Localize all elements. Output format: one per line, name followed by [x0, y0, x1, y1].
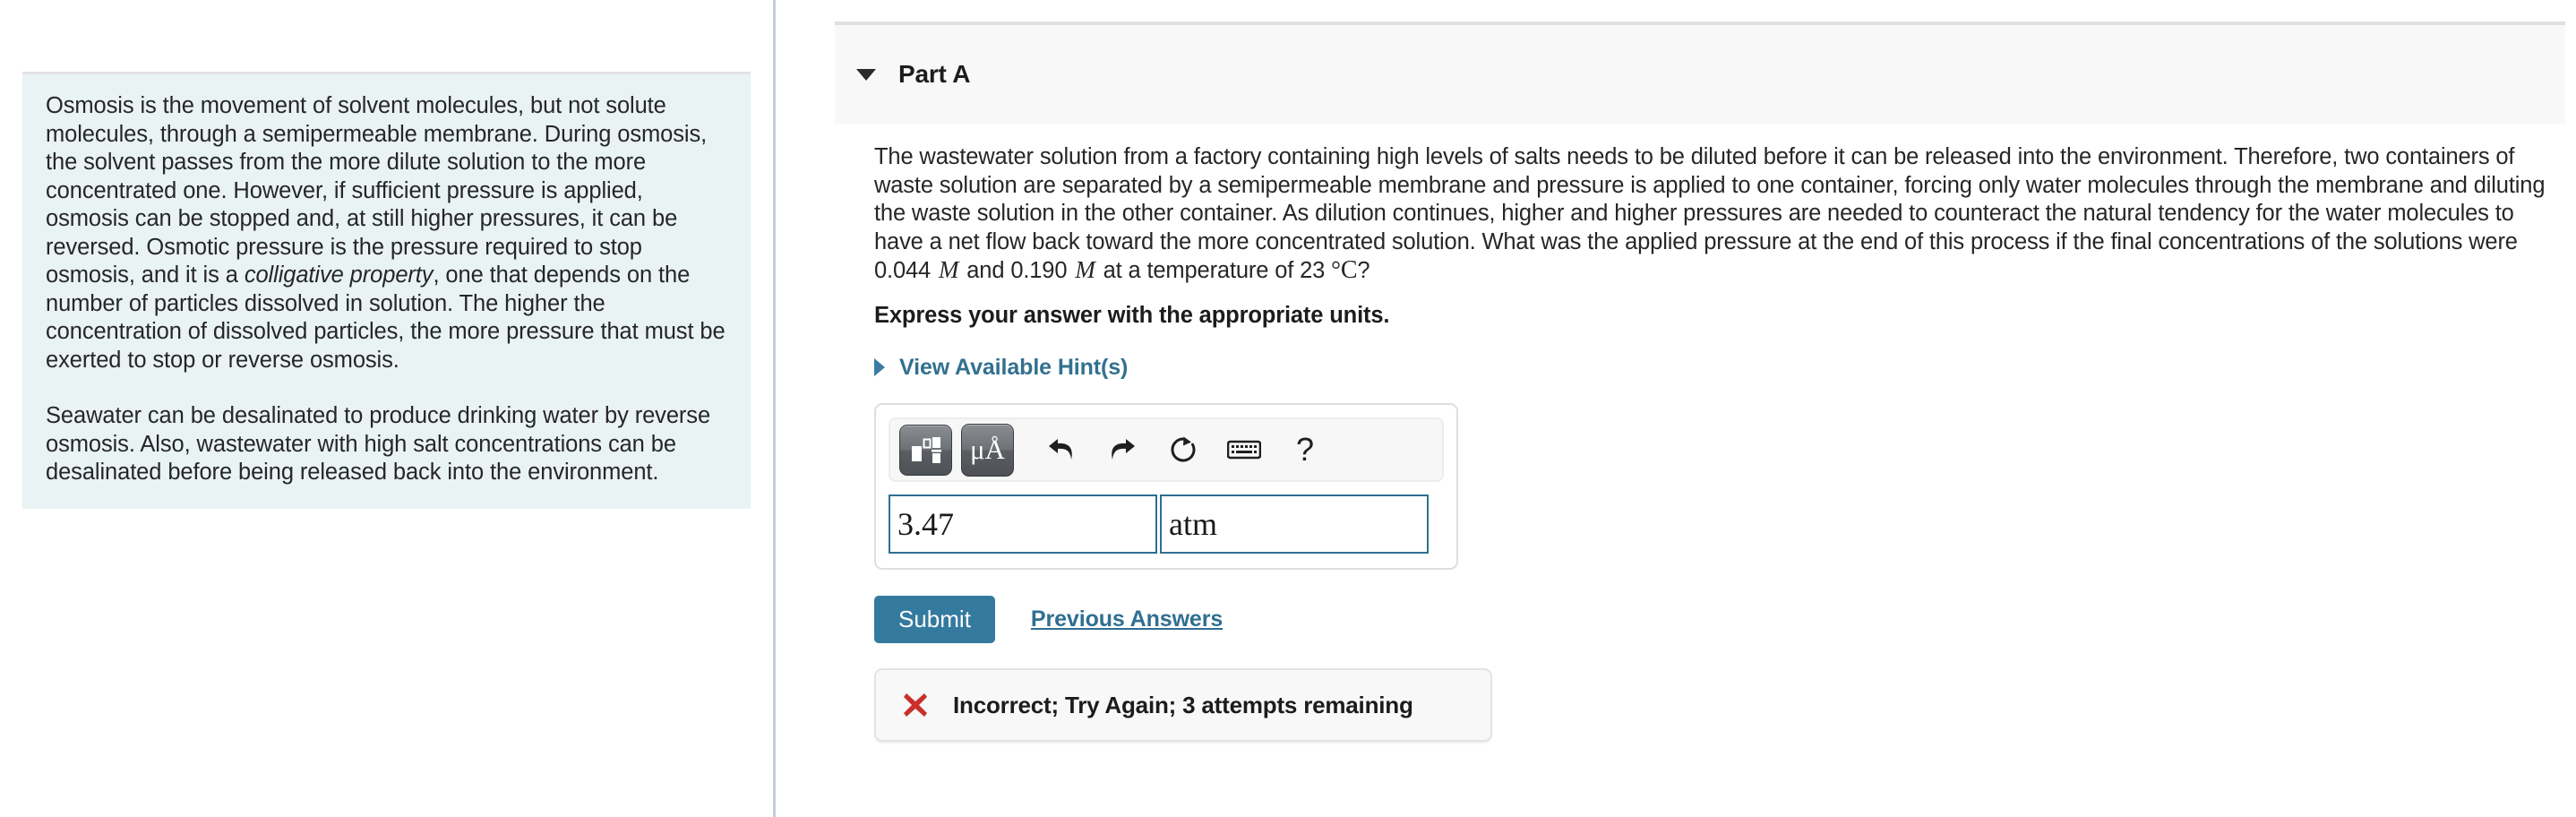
concentration-2-value: 0.190 [1010, 258, 1068, 283]
concentration-1-unit: M [939, 256, 959, 283]
reset-circular-arrow-icon [1171, 436, 1196, 462]
help-icon: ? [1295, 431, 1315, 468]
explanation-paragraph-1: Osmosis is the movement of solvent molec… [46, 92, 727, 374]
math-template-icon [911, 437, 941, 463]
degree-symbol: ° [1331, 256, 1341, 283]
answer-entry-box: μÅ ? 3.47 atm [874, 403, 1458, 570]
submit-row: Submit Previous Answers [874, 596, 2567, 643]
osmosis-explanation-card: Osmosis is the movement of solvent molec… [22, 72, 751, 509]
temperature-lead-text: at a temperature of [1096, 258, 1301, 283]
units-button-label: μÅ [969, 433, 1005, 465]
help-button[interactable]: ? [1279, 426, 1331, 475]
colligative-property-term: colligative property [244, 262, 434, 288]
submit-button[interactable]: Submit [874, 596, 995, 643]
part-a-body: The wastewater solution from a factory c… [874, 143, 2567, 742]
answer-units-input[interactable]: atm [1160, 494, 1429, 554]
caret-right-icon [874, 358, 885, 376]
question-lead-text: The wastewater solution from a factory c… [874, 144, 2546, 254]
view-hints-link[interactable]: View Available Hint(s) [874, 355, 1128, 381]
feedback-message: Incorrect; Try Again; 3 attempts remaini… [953, 691, 1413, 718]
red-x-glyph [904, 693, 927, 717]
explanation-paragraph-2: Seawater can be desalinated to produce d… [46, 403, 711, 485]
units-button[interactable]: μÅ [961, 423, 1014, 477]
explanation-paragraph-1-lead: Osmosis is the movement of solvent molec… [46, 93, 708, 288]
answer-toolbar: μÅ ? [889, 417, 1444, 482]
part-title: Part A [898, 60, 971, 88]
view-hints-label: View Available Hint(s) [899, 354, 1129, 380]
redo-button[interactable] [1096, 426, 1148, 475]
red-x-icon [901, 691, 930, 719]
previous-answers-link[interactable]: Previous Answers [1031, 606, 1223, 632]
temperature-value: 23 [1300, 258, 1326, 283]
feedback-banner: Incorrect; Try Again; 3 attempts remaini… [874, 668, 1492, 742]
part-a-header[interactable]: Part A [835, 22, 2565, 124]
undo-arrow-icon [1049, 439, 1072, 460]
concentration-1-value: 0.044 [874, 258, 932, 283]
question-page: Osmosis is the movement of solvent molec… [0, 0, 2576, 817]
concentration-2-unit: M [1075, 256, 1095, 283]
answer-input-row: 3.47 atm [889, 494, 1444, 554]
caret-down-icon[interactable] [856, 68, 876, 81]
between-concentrations-text: and [960, 258, 1011, 283]
right-question-pane: Part A The wastewater solution from a fa… [776, 0, 2576, 817]
question-tail-text: ? [1357, 258, 1370, 283]
left-reference-pane: Osmosis is the movement of solvent molec… [0, 0, 776, 817]
math-template-button[interactable] [899, 424, 952, 476]
keyboard-button[interactable] [1218, 426, 1270, 475]
keyboard-icon [1227, 440, 1261, 460]
answer-value-input[interactable]: 3.47 [889, 494, 1157, 554]
redo-arrow-icon [1112, 439, 1135, 460]
temperature-unit: C [1340, 256, 1358, 284]
answer-instruction: Express your answer with the appropriate… [874, 302, 1390, 328]
undo-button[interactable] [1035, 426, 1087, 475]
question-statement: The wastewater solution from a factory c… [874, 143, 2567, 286]
reset-button[interactable] [1157, 426, 1209, 475]
